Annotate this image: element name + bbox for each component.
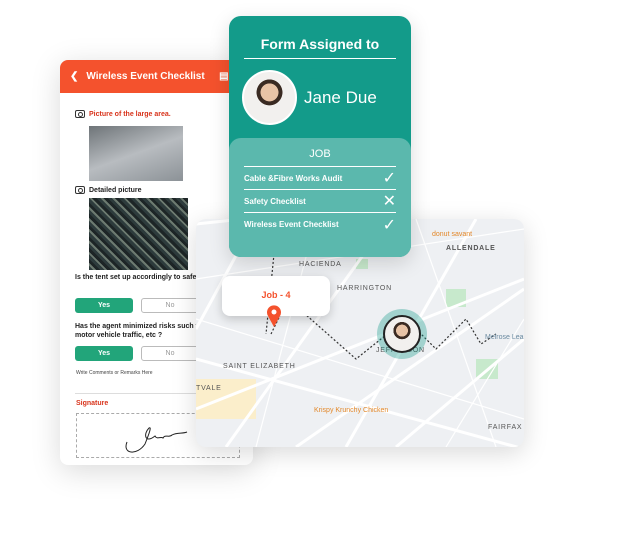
- map-label: FAIRFAX: [488, 424, 523, 431]
- job-heading: JOB: [244, 148, 396, 167]
- q1-no-button[interactable]: No: [141, 298, 199, 313]
- map-label: SAINT ELIZABETH: [223, 363, 296, 370]
- check-icon: ✓: [382, 216, 396, 234]
- detail-label: Detailed picture: [75, 186, 142, 194]
- close-icon: ✕: [382, 193, 396, 210]
- camera-icon[interactable]: [75, 110, 85, 118]
- picture-label-text: Picture of the large area.: [89, 110, 171, 118]
- detail-label-text: Detailed picture: [89, 186, 142, 194]
- place-label[interactable]: Krispy Krunchy Chicken: [314, 407, 388, 414]
- avatar: [383, 315, 421, 353]
- q2-yes-button[interactable]: Yes: [75, 346, 133, 361]
- picture-label: Picture of the large area.: [75, 110, 171, 118]
- place-label[interactable]: donut savant: [432, 231, 472, 238]
- form-header: ❮ Wireless Event Checklist ▤✓: [60, 60, 253, 93]
- cables-photo: [89, 198, 188, 270]
- place-label[interactable]: Melrose Lea: [485, 334, 524, 341]
- job-item[interactable]: Safety Checklist ✕: [244, 190, 396, 213]
- signature-label: Signature: [76, 400, 109, 407]
- tower-photo: [89, 126, 183, 181]
- job-label: Cable &Fibre Works Audit: [244, 173, 343, 183]
- job-item[interactable]: Cable &Fibre Works Audit ✓: [244, 167, 396, 190]
- map-label: TVALE: [196, 385, 222, 392]
- assignee-name: Jane Due: [304, 88, 377, 107]
- back-icon[interactable]: ❮: [70, 71, 78, 82]
- map-label: HACIENDA: [299, 261, 342, 268]
- user-location-marker[interactable]: [377, 309, 427, 359]
- check-icon: ✓: [382, 170, 396, 187]
- comments-input[interactable]: Write Comments or Remarks Here: [76, 370, 153, 376]
- camera-icon[interactable]: [75, 186, 85, 194]
- job-list: JOB Cable &Fibre Works Audit ✓ Safety Che…: [229, 138, 411, 257]
- location-pin-icon[interactable]: [266, 305, 282, 327]
- job-popup-label: Job - 4: [261, 290, 291, 300]
- avatar: [242, 70, 297, 125]
- divider: [244, 58, 396, 59]
- map-label: HARRINGTON: [337, 285, 392, 292]
- job-item[interactable]: Wireless Event Checklist ✓: [244, 213, 396, 236]
- job-label: Wireless Event Checklist: [244, 220, 339, 229]
- assigned-title: Form Assigned to: [260, 36, 380, 52]
- assigned-card: Form Assigned to Jane Due JOB Cable &Fib…: [229, 16, 411, 257]
- map-label: ALLENDALE: [446, 245, 496, 252]
- job-label: Safety Checklist: [244, 196, 306, 206]
- q2-no-button[interactable]: No: [141, 346, 199, 361]
- q1-yes-button[interactable]: Yes: [75, 298, 133, 313]
- form-title: Wireless Event Checklist: [86, 71, 205, 82]
- document-icon[interactable]: ▤: [219, 71, 228, 82]
